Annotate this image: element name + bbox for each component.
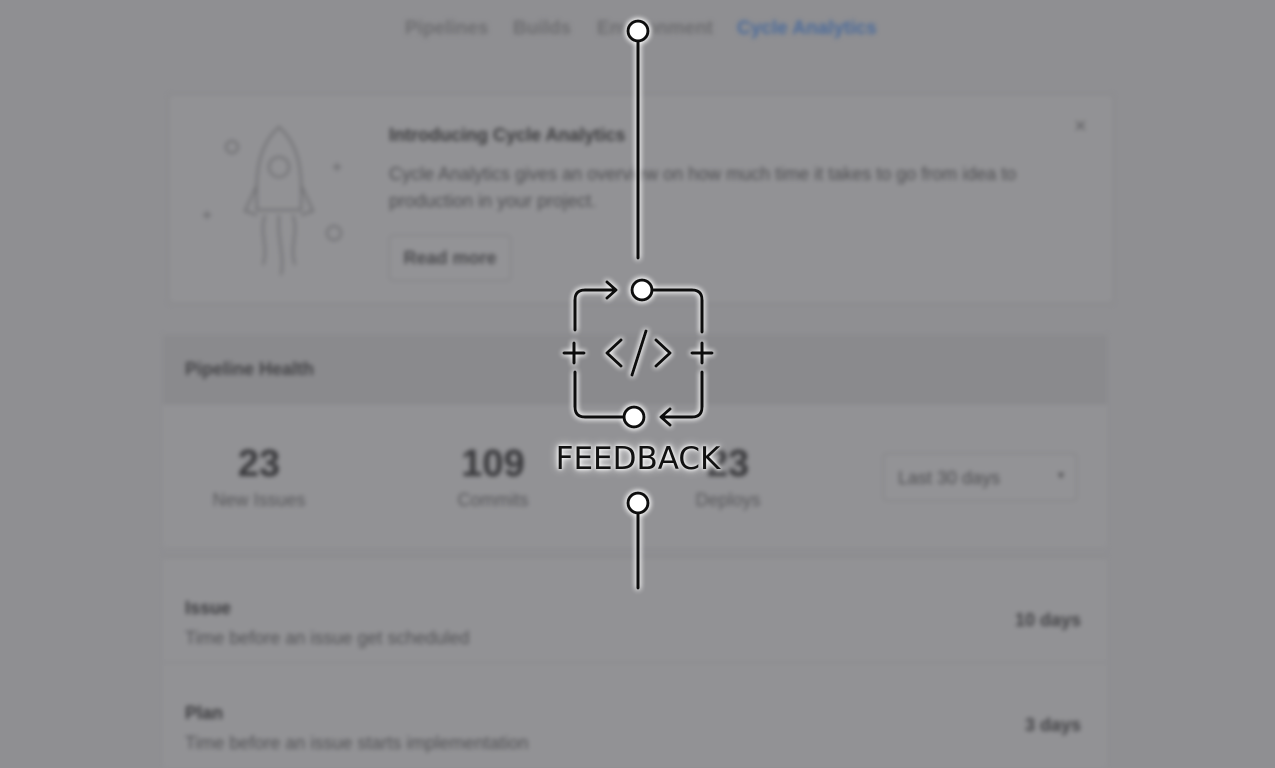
feedback-overlay: FEEDBACK xyxy=(0,0,1275,750)
code-feedback-loop-icon xyxy=(562,19,714,590)
feedback-label: FEEDBACK xyxy=(555,441,721,477)
